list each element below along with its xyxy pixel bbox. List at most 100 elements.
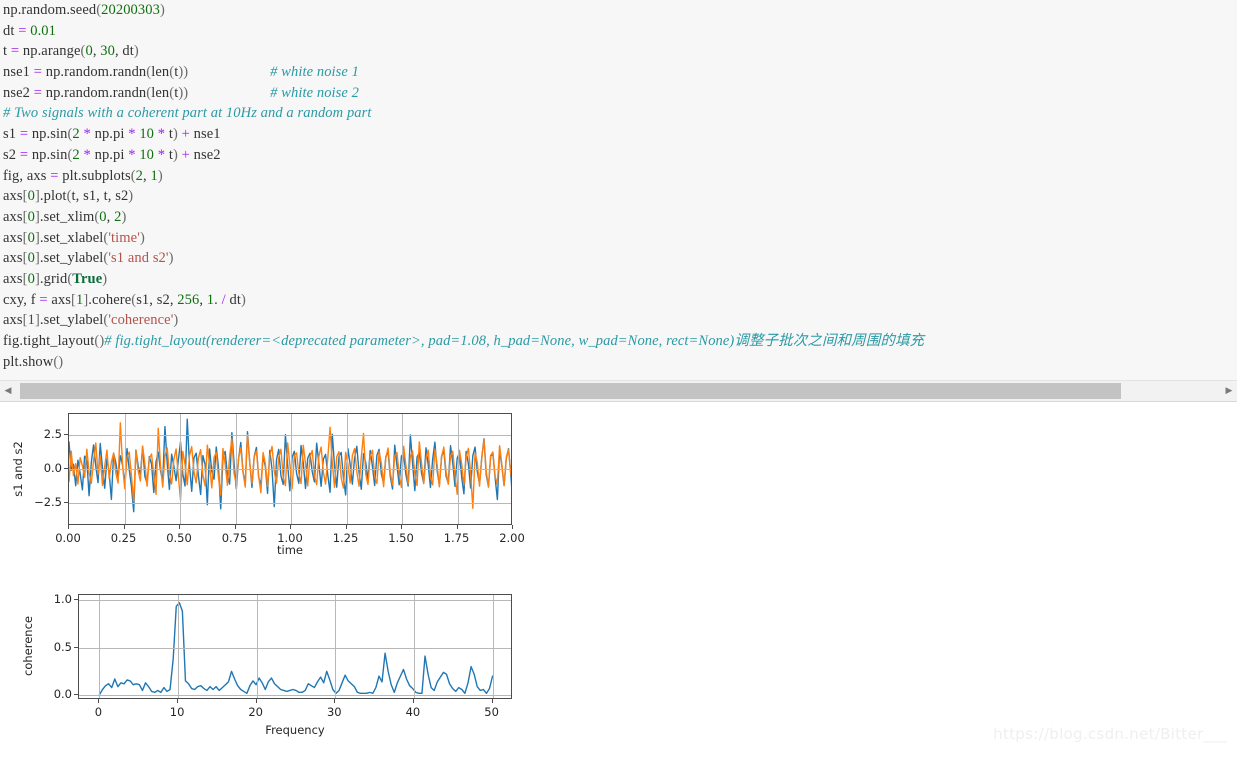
x-tick-mark (345, 525, 347, 529)
gridline-vertical (256, 595, 258, 698)
x-tick-mark (234, 525, 236, 529)
code-token: .set_ylabel (39, 312, 104, 329)
y-tick-mark (64, 467, 68, 469)
code-token: () (53, 353, 64, 370)
code-token: + (181, 126, 190, 143)
signals-xlabel: time (277, 543, 303, 557)
code-token: ) (139, 229, 145, 246)
code-token: plt.show (3, 353, 54, 370)
y-tick-mark (64, 433, 68, 435)
code-token: len (151, 64, 170, 81)
code-line: axs[0].set_xlim(0, 2) (0, 207, 1237, 228)
y-tick-label: 1.0 (53, 591, 72, 606)
x-tick-mark (290, 525, 291, 529)
code-editor-pane[interactable]: np.random.seed(20200303) dt = 0.01 t = np.… (0, 0, 1237, 380)
x-tick-mark (456, 525, 458, 529)
code-token: ) (159, 2, 165, 18)
code-token: ) (133, 43, 139, 60)
signals-ylabel: s1 and s2 (11, 441, 25, 497)
gridline-horizontal (69, 434, 511, 436)
y-tick-label: 0.5 (53, 639, 72, 654)
code-comment: # white noise 2 (270, 84, 360, 101)
y-tick-label: 0.0 (53, 687, 72, 702)
x-tick-label: 0.00 (55, 531, 81, 545)
code-lines-container: np.random.seed(20200303) dt = 0.01 t = np.… (0, 0, 1237, 372)
x-tick-mark (512, 525, 513, 529)
x-tick-label: 10 (169, 705, 185, 719)
code-token: axs (3, 270, 23, 287)
code-token: , (106, 208, 115, 225)
code-token: np.pi (90, 146, 129, 163)
scrollbar-thumb[interactable] (20, 383, 1121, 399)
gridline-vertical (492, 595, 494, 698)
horizontal-scrollbar[interactable]: ◀ ▶ (0, 380, 1237, 402)
code-line: fig, axs = plt.subplots(2, 1) (0, 166, 1237, 187)
code-token: .grid (39, 270, 68, 287)
code-token: 256 (177, 291, 200, 308)
code-token: .plot (39, 188, 67, 205)
code-token: * (128, 146, 136, 163)
coherence-axes-frame (78, 594, 512, 699)
code-token: 'time' (108, 229, 140, 246)
code-token: np.random.seed (3, 2, 97, 18)
x-tick-mark (179, 525, 180, 529)
x-tick-label: 20 (248, 705, 264, 719)
x-tick-mark (68, 525, 69, 529)
gridline-horizontal (79, 647, 511, 649)
gridline-vertical (99, 595, 101, 698)
x-tick-label: 0.25 (110, 531, 137, 545)
code-token: 0 (27, 188, 35, 205)
code-line: axs[0].grid(True) (0, 269, 1237, 290)
code-comment: # fig.tight_layout(renderer=<deprecated … (104, 333, 925, 349)
code-token: 0 (27, 229, 35, 246)
code-token: 2 (72, 126, 80, 143)
code-token: t (3, 43, 11, 60)
code-comment: # white noise 1 (270, 64, 360, 81)
code-token: 's1 and s2' (108, 250, 169, 267)
code-line: axs[0].set_xlabel('time') (0, 228, 1237, 249)
code-token: .cohere (88, 291, 132, 308)
x-tick-label: 0 (94, 705, 103, 719)
code-token: np.random.randn (42, 84, 147, 101)
code-token: dt (225, 291, 241, 308)
code-token: t, s1, t, s2 (71, 188, 129, 205)
code-token: + (181, 146, 190, 163)
y-tick-label: −2.5 (34, 494, 62, 509)
y-tick-label: 0.0 (43, 460, 62, 475)
y-tick-mark (64, 501, 68, 503)
code-token: t (165, 146, 173, 163)
scroll-right-arrow-icon[interactable]: ▶ (1221, 381, 1237, 401)
code-token: axs (3, 312, 23, 329)
code-token: True (72, 270, 103, 287)
code-token: ) (173, 312, 179, 329)
code-line: axs[0].set_ylabel('s1 and s2') (0, 248, 1237, 269)
code-token: 0.01 (30, 22, 57, 39)
gridline-horizontal (79, 599, 511, 601)
code-line: axs[1].set_ylabel('coherence') (0, 310, 1237, 331)
y-tick-label: 2.5 (43, 426, 62, 441)
code-token: cxy, f (3, 291, 40, 308)
code-token: () (94, 333, 105, 349)
x-tick-mark (98, 699, 100, 703)
code-token: 1. (206, 291, 218, 308)
y-tick-mark (74, 646, 78, 648)
code-token: plt.subplots (58, 167, 131, 184)
x-tick-label: 30 (326, 705, 342, 719)
code-token: .set_ylabel (39, 250, 104, 267)
code-line: nse2 = np.random.randn(len(t)) # white n… (0, 83, 1237, 104)
code-token: t (165, 126, 173, 143)
code-token: 1 (150, 167, 158, 184)
code-token: 'coherence' (108, 312, 174, 329)
coherence-ylabel: coherence (21, 616, 35, 676)
code-token: )) (178, 64, 189, 81)
scroll-left-arrow-icon[interactable]: ◀ (0, 381, 16, 401)
y-tick-mark (74, 694, 78, 696)
x-tick-label: 0.50 (166, 531, 192, 545)
code-token: .set_xlim (39, 208, 95, 225)
code-line: nse1 = np.random.randn(len(t)) # white n… (0, 62, 1237, 83)
scrollbar-track[interactable] (16, 382, 1221, 400)
code-token: fig.tight_layout (3, 333, 95, 349)
x-tick-label: 1.50 (388, 531, 414, 545)
code-token: np.sin (28, 146, 68, 163)
code-token: 10 (139, 146, 155, 163)
